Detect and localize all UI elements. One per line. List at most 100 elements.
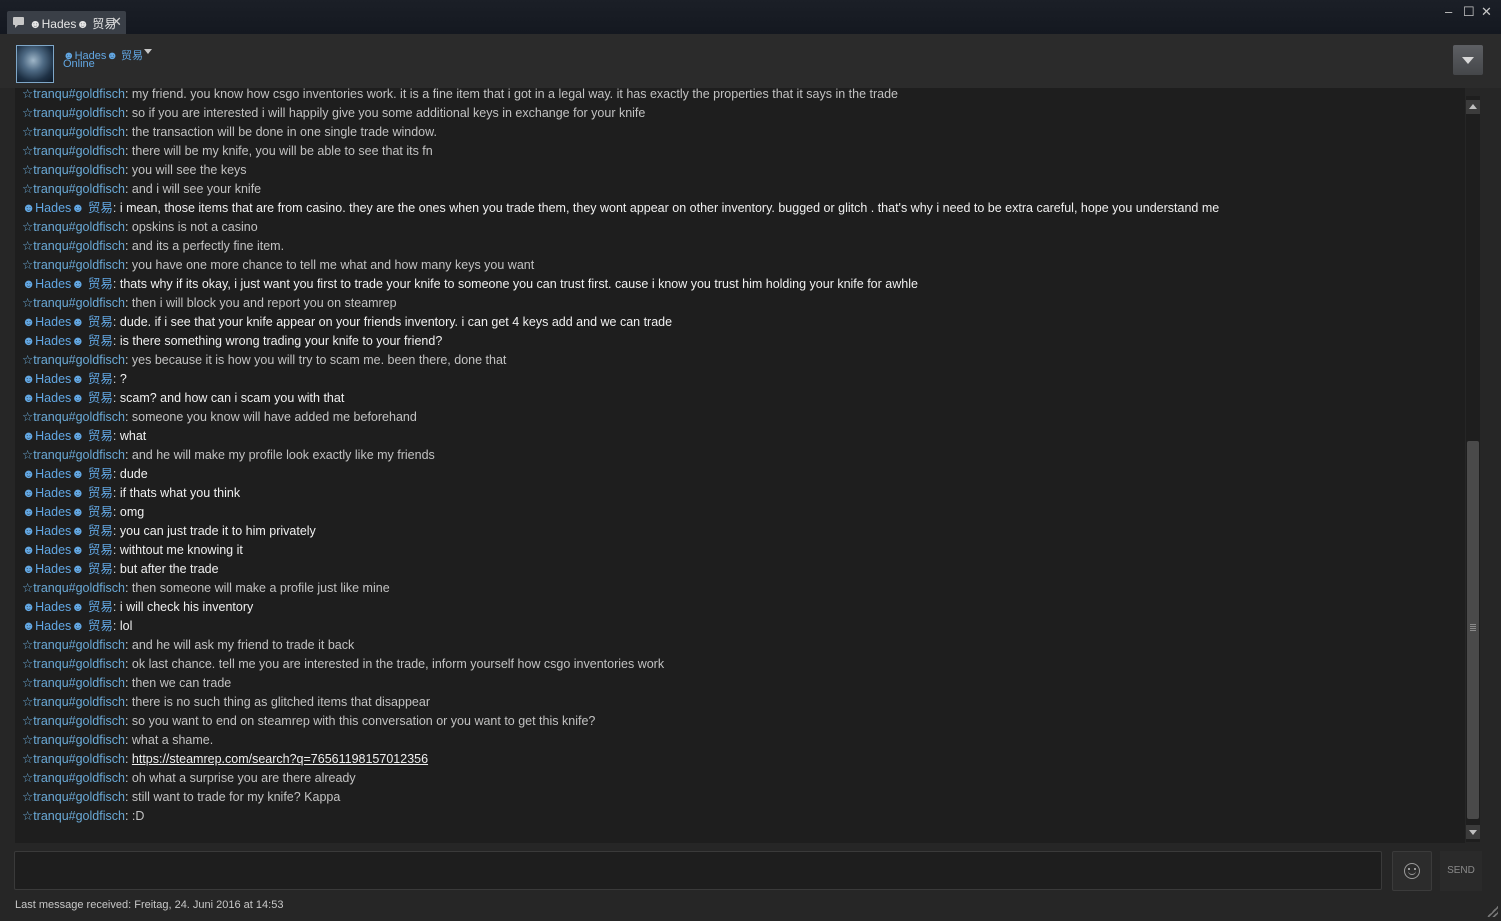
separator: : [124, 182, 132, 196]
message-sender[interactable]: ☆tranqu#goldfisch [22, 581, 125, 595]
message-sender[interactable]: ☻Hades☻ 贸易 [22, 201, 113, 215]
tab-close-icon[interactable]: ✕ [111, 14, 122, 30]
message-sender[interactable]: ☆tranqu#goldfisch [22, 657, 125, 671]
chat-message: ☆tranqu#goldfisch: still want to trade f… [22, 788, 340, 807]
message-text: someone you know will have added me befo… [131, 410, 417, 424]
message-sender[interactable]: ☻Hades☻ 贸易 [22, 391, 113, 405]
message-sender[interactable]: ☆tranqu#goldfisch [22, 695, 125, 709]
message-sender[interactable]: ☻Hades☻ 贸易 [22, 486, 113, 500]
message-text: ok last chance. tell me you are interest… [131, 657, 665, 671]
message-sender[interactable]: ☆tranqu#goldfisch [22, 714, 125, 728]
message-sender[interactable]: ☆tranqu#goldfisch [22, 125, 125, 139]
message-sender[interactable]: ☆tranqu#goldfisch [22, 676, 125, 690]
chat-bubble-icon [13, 17, 24, 28]
close-window-button[interactable]: ✕ [1481, 4, 1492, 20]
chat-message: ☻Hades☻ 贸易: dude. if i see that your kni… [22, 313, 672, 332]
message-sender[interactable]: ☆tranqu#goldfisch [22, 182, 125, 196]
chat-message: ☆tranqu#goldfisch: yes because it is how… [22, 351, 506, 370]
send-button[interactable]: SEND [1440, 851, 1482, 891]
message-text: you can just trade it to him privately [119, 524, 316, 538]
chat-message: ☻Hades☻ 贸易: i will check his inventory [22, 598, 253, 617]
chat-tab[interactable]: ☻Hades☻ 贸易 ✕ [7, 11, 126, 34]
chat-message: ☆tranqu#goldfisch: oh what a surprise yo… [22, 769, 356, 788]
message-sender[interactable]: ☆tranqu#goldfisch [22, 410, 125, 424]
message-sender[interactable]: ☆tranqu#goldfisch [22, 220, 125, 234]
chat-message: ☆tranqu#goldfisch: and he will ask my fr… [22, 636, 354, 655]
chat-message: ☻Hades☻ 贸易: dude [22, 465, 148, 484]
message-sender[interactable]: ☆tranqu#goldfisch [22, 144, 125, 158]
message-sender[interactable]: ☻Hades☻ 贸易 [22, 562, 113, 576]
message-link[interactable]: https://steamrep.com/search?q=7656119815… [132, 752, 428, 766]
smiley-icon [1404, 863, 1420, 879]
separator: : [112, 505, 120, 519]
message-sender[interactable]: ☆tranqu#goldfisch [22, 790, 125, 804]
resize-grip-icon[interactable] [1487, 906, 1498, 917]
message-text: i mean, those items that are from casino… [119, 201, 1220, 215]
chat-message: ☻Hades☻ 贸易: ? [22, 370, 127, 389]
message-text: and i will see your knife [131, 182, 262, 196]
separator: : [124, 714, 132, 728]
avatar[interactable] [16, 45, 54, 83]
emoticon-button[interactable] [1392, 851, 1432, 891]
separator: : [124, 144, 132, 158]
message-text: still want to trade for my knife? Kappa [131, 790, 341, 804]
chevron-down-icon[interactable] [144, 49, 152, 54]
message-sender[interactable]: ☆tranqu#goldfisch [22, 296, 125, 310]
maximize-button[interactable]: ☐ [1463, 4, 1475, 20]
message-sender[interactable]: ☻Hades☻ 贸易 [22, 505, 113, 519]
chat-message: ☆tranqu#goldfisch: so if you are interes… [22, 104, 645, 123]
chat-message: ☆tranqu#goldfisch: then i will block you… [22, 294, 397, 313]
separator: : [124, 676, 132, 690]
message-sender[interactable]: ☻Hades☻ 贸易 [22, 600, 113, 614]
message-sender[interactable]: ☻Hades☻ 贸易 [22, 467, 113, 481]
options-dropdown-button[interactable] [1453, 45, 1483, 75]
message-input[interactable] [14, 851, 1382, 890]
separator: : [112, 391, 120, 405]
message-sender[interactable]: ☻Hades☻ 贸易 [22, 315, 113, 329]
message-text: then someone will make a profile just li… [131, 581, 390, 595]
separator: : [124, 258, 132, 272]
message-sender[interactable]: ☻Hades☻ 贸易 [22, 277, 113, 291]
chat-message: ☻Hades☻ 贸易: what [22, 427, 146, 446]
message-sender[interactable]: ☆tranqu#goldfisch [22, 258, 125, 272]
chat-message: ☻Hades☻ 贸易: i mean, those items that are… [22, 199, 1219, 218]
message-sender[interactable]: ☆tranqu#goldfisch [22, 239, 125, 253]
message-sender[interactable]: ☆tranqu#goldfisch [22, 163, 125, 177]
chat-message: ☻Hades☻ 贸易: lol [22, 617, 132, 636]
message-sender[interactable]: ☆tranqu#goldfisch [22, 809, 125, 823]
message-sender[interactable]: ☆tranqu#goldfisch [22, 88, 125, 101]
separator: : [112, 277, 120, 291]
message-sender[interactable]: ☆tranqu#goldfisch [22, 771, 125, 785]
scroll-up-button[interactable] [1466, 100, 1480, 114]
scroll-down-button[interactable] [1466, 825, 1480, 839]
separator: : [124, 733, 132, 747]
message-text: there will be my knife, you will be able… [131, 144, 433, 158]
message-text: opskins is not a casino [131, 220, 258, 234]
message-sender[interactable]: ☻Hades☻ 贸易 [22, 543, 113, 557]
separator: : [112, 600, 120, 614]
minimize-button[interactable]: – [1445, 4, 1452, 19]
message-sender[interactable]: ☆tranqu#goldfisch [22, 638, 125, 652]
message-text: dude. if i see that your knife appear on… [119, 315, 673, 329]
message-sender[interactable]: ☻Hades☻ 贸易 [22, 334, 113, 348]
chat-message: ☆tranqu#goldfisch: there is no such thin… [22, 693, 430, 712]
message-sender[interactable]: ☻Hades☻ 贸易 [22, 524, 113, 538]
chat-log[interactable]: ☆tranqu#goldfisch: my friend. you know h… [15, 88, 1465, 843]
chat-message: ☆tranqu#goldfisch: and he will make my p… [22, 446, 435, 465]
message-sender[interactable]: ☆tranqu#goldfisch [22, 733, 125, 747]
message-sender[interactable]: ☆tranqu#goldfisch [22, 353, 125, 367]
message-sender[interactable]: ☆tranqu#goldfisch [22, 106, 125, 120]
message-text: then i will block you and report you on … [131, 296, 397, 310]
message-sender[interactable]: ☆tranqu#goldfisch [22, 448, 125, 462]
chat-header: ☻Hades☻ 贸易 Online [0, 34, 1501, 88]
message-sender[interactable]: ☻Hades☻ 贸易 [22, 619, 113, 633]
chat-message: ☻Hades☻ 贸易: is there something wrong tra… [22, 332, 442, 351]
separator: : [124, 296, 132, 310]
chat-message: ☆tranqu#goldfisch: and i will see your k… [22, 180, 261, 199]
message-sender[interactable]: ☻Hades☻ 贸易 [22, 429, 113, 443]
message-sender[interactable]: ☆tranqu#goldfisch [22, 752, 125, 766]
chat-message: ☆tranqu#goldfisch: someone you know will… [22, 408, 417, 427]
message-sender[interactable]: ☻Hades☻ 贸易 [22, 372, 113, 386]
friend-status: Online [63, 58, 95, 70]
scrollbar-thumb[interactable] [1467, 441, 1479, 819]
